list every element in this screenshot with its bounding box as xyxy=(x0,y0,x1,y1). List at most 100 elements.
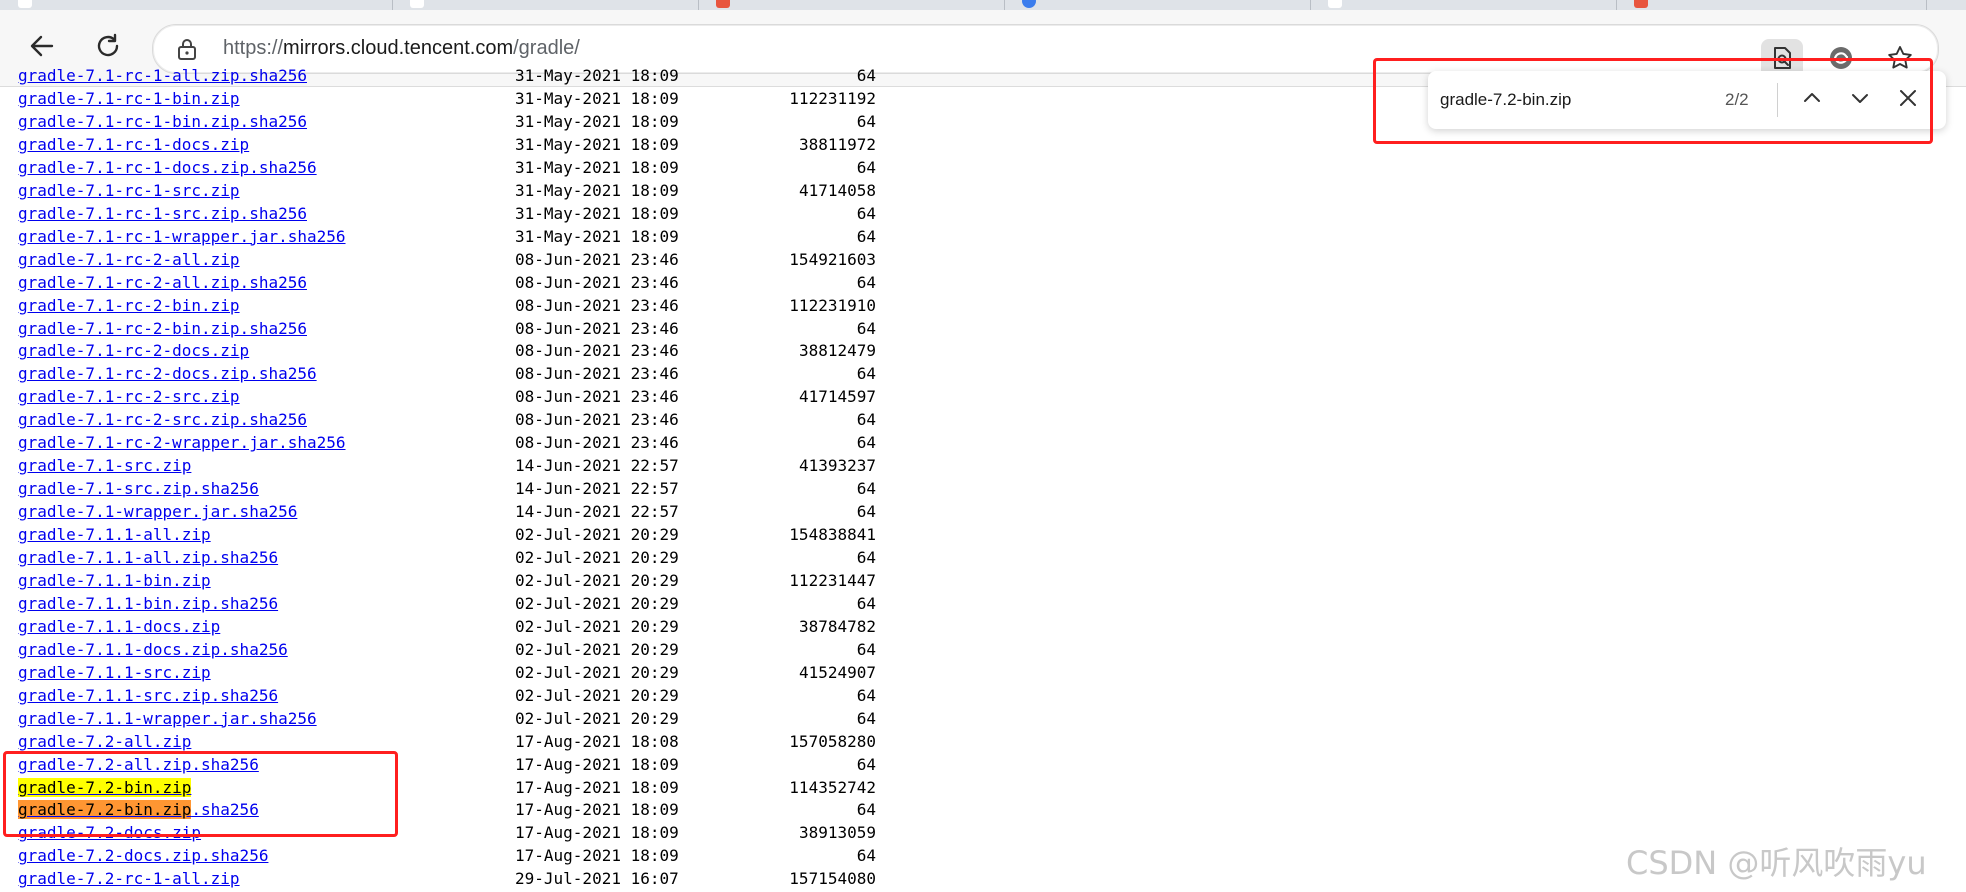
file-size: 112231910 xyxy=(789,295,876,315)
file-link[interactable]: gradle-7.1-rc-1-wrapper.jar.sha256 xyxy=(18,225,346,248)
file-link[interactable]: gradle-7.1.1-docs.zip xyxy=(18,615,220,638)
list-item: gradle-7.1-rc-1-src.zip 31-May-2021 18:09… xyxy=(0,179,900,202)
file-link[interactable]: gradle-7.1-rc-2-bin.zip.sha256 xyxy=(18,317,307,340)
file-date: 08-Jun-2021 23:46 xyxy=(515,433,679,453)
file-size: 157154080 xyxy=(789,869,876,889)
file-date: 17-Aug-2021 18:09 xyxy=(515,754,679,774)
file-date: 29-Jul-2021 16:07 xyxy=(515,869,679,889)
list-item: gradle-7.1.1-docs.zip 02-Jul-2021 20:29 38… xyxy=(0,615,900,638)
browser-tab[interactable] xyxy=(1616,0,1927,10)
file-link[interactable]: gradle-7.1-rc-1-bin.zip.sha256 xyxy=(18,110,307,133)
browser-tab[interactable] xyxy=(1004,0,1311,10)
file-size: 64 xyxy=(856,226,876,246)
file-date: 02-Jul-2021 20:29 xyxy=(515,593,679,613)
file-size: 38812479 xyxy=(798,341,876,361)
file-size: 64 xyxy=(856,593,876,613)
file-link[interactable]: gradle-7.1-wrapper.jar.sha256 xyxy=(18,500,297,523)
file-link[interactable]: gradle-7.1.1-wrapper.jar.sha256 xyxy=(18,707,317,730)
file-link[interactable]: gradle-7.1-rc-1-all.zip.sha256 xyxy=(18,64,307,87)
file-link[interactable]: gradle-7.1.1-all.zip xyxy=(18,523,211,546)
file-link[interactable]: gradle-7.1.1-bin.zip.sha256 xyxy=(18,592,278,615)
file-link[interactable]: gradle-7.1-rc-1-src.zip.sha256 xyxy=(18,202,307,225)
file-link[interactable]: gradle-7.1-rc-2-docs.zip xyxy=(18,339,249,362)
file-size: 38811972 xyxy=(798,134,876,154)
file-date: 02-Jul-2021 20:29 xyxy=(515,525,679,545)
file-link[interactable]: gradle-7.1-rc-1-src.zip xyxy=(18,179,240,202)
file-size: 64 xyxy=(856,157,876,177)
list-item: gradle-7.2-all.zip 17-Aug-2021 18:08 15705… xyxy=(0,730,900,753)
list-item: gradle-7.1-rc-1-all.zip.sha256 31-May-202… xyxy=(18,64,876,87)
file-date: 02-Jul-2021 20:29 xyxy=(515,685,679,705)
file-date: 02-Jul-2021 20:29 xyxy=(515,662,679,682)
file-link[interactable]: gradle-7.1-rc-2-docs.zip.sha256 xyxy=(18,362,317,385)
file-link[interactable]: gradle-7.1-rc-2-bin.zip xyxy=(18,294,240,317)
list-item: gradle-7.1-rc-2-wrapper.jar.sha256 08-Jun… xyxy=(0,431,900,454)
list-item: gradle-7.1-rc-2-src.zip.sha256 08-Jun-202… xyxy=(0,408,900,431)
reload-button[interactable] xyxy=(88,28,128,68)
list-item: gradle-7.1-rc-1-src.zip.sha256 31-May-202… xyxy=(0,202,900,225)
file-size: 64 xyxy=(856,708,876,728)
file-date: 08-Jun-2021 23:46 xyxy=(515,272,679,292)
file-link[interactable]: gradle-7.1.1-all.zip.sha256 xyxy=(18,546,278,569)
list-item: gradle-7.1-src.zip.sha256 14-Jun-2021 22:… xyxy=(0,477,900,500)
file-date: 31-May-2021 18:09 xyxy=(515,203,679,223)
file-link[interactable]: gradle-7.1-rc-1-bin.zip xyxy=(18,87,240,110)
file-link[interactable]: gradle-7.1-rc-2-all.zip.sha256 xyxy=(18,271,307,294)
list-item: gradle-7.1.1-all.zip 02-Jul-2021 20:29 154… xyxy=(0,523,900,546)
file-date: 14-Jun-2021 22:57 xyxy=(515,502,679,522)
list-item: gradle-7.1-src.zip 14-Jun-2021 22:57 41393… xyxy=(0,454,900,477)
file-link[interactable]: gradle-7.1-rc-1-docs.zip xyxy=(18,133,249,156)
file-date: 08-Jun-2021 23:46 xyxy=(515,295,679,315)
file-size: 112231447 xyxy=(789,570,876,590)
browser-tab[interactable] xyxy=(392,0,699,10)
file-date: 31-May-2021 18:09 xyxy=(515,226,679,246)
file-link[interactable]: gradle-7.1-rc-2-all.zip xyxy=(18,248,240,271)
file-date: 02-Jul-2021 20:29 xyxy=(515,548,679,567)
file-size: 41714058 xyxy=(798,180,876,200)
back-button[interactable] xyxy=(22,28,62,68)
file-size: 64 xyxy=(856,272,876,292)
file-link[interactable]: gradle-7.1-rc-2-wrapper.jar.sha256 xyxy=(18,431,346,454)
annotation-box-results xyxy=(3,751,398,837)
file-size: 41524907 xyxy=(798,662,876,682)
file-size: 114352742 xyxy=(789,777,876,797)
file-link[interactable]: gradle-7.2-docs.zip.sha256 xyxy=(18,844,268,867)
file-date: 31-May-2021 18:09 xyxy=(515,157,679,177)
file-date: 08-Jun-2021 23:46 xyxy=(515,318,679,338)
file-size: 64 xyxy=(856,800,876,820)
watermark: CSDN @听风吹雨yu xyxy=(1626,844,1927,882)
file-link[interactable]: gradle-7.1-rc-2-src.zip xyxy=(18,385,240,408)
browser-tab[interactable] xyxy=(1310,0,1617,10)
list-item: gradle-7.1.1-all.zip.sha256 02-Jul-2021 2… xyxy=(0,546,900,569)
file-link[interactable]: gradle-7.1-rc-2-src.zip.sha256 xyxy=(18,408,307,431)
file-size: 41714597 xyxy=(798,387,876,407)
file-size: 38784782 xyxy=(798,616,876,636)
browser-tab[interactable] xyxy=(0,0,393,10)
file-size: 64 xyxy=(856,111,876,131)
url-path: /gradle/ xyxy=(513,37,580,59)
file-date: 14-Jun-2021 22:57 xyxy=(515,456,679,476)
file-link[interactable]: gradle-7.1.1-bin.zip xyxy=(18,569,211,592)
file-size: 41393237 xyxy=(798,456,876,476)
file-link[interactable]: gradle-7.1-src.zip xyxy=(18,454,191,477)
url-text[interactable]: https://mirrors.cloud.tencent.com/gradle… xyxy=(223,37,580,60)
lock-icon[interactable] xyxy=(177,38,197,64)
list-item: gradle-7.1-rc-2-all.zip.sha256 08-Jun-202… xyxy=(0,271,900,294)
file-size: 64 xyxy=(856,846,876,866)
file-size: 64 xyxy=(856,754,876,774)
url-scheme: https:// xyxy=(223,37,284,59)
file-size: 157058280 xyxy=(789,731,876,751)
file-link[interactable]: gradle-7.1-src.zip.sha256 xyxy=(18,477,259,500)
list-item: gradle-7.2-rc-1-all.zip 29-Jul-2021 16:07… xyxy=(0,867,900,890)
file-link[interactable]: gradle-7.2-all.zip xyxy=(18,730,191,753)
file-date: 17-Aug-2021 18:09 xyxy=(515,846,679,866)
file-link[interactable]: gradle-7.1.1-src.zip.sha256 xyxy=(18,684,278,707)
file-link[interactable]: gradle-7.1.1-docs.zip.sha256 xyxy=(18,638,288,661)
file-link[interactable]: gradle-7.1.1-src.zip xyxy=(18,661,211,684)
file-link[interactable]: gradle-7.1-rc-1-docs.zip.sha256 xyxy=(18,156,317,179)
file-date: 17-Aug-2021 18:09 xyxy=(515,777,679,797)
annotation-box-findbar xyxy=(1373,58,1933,144)
file-link[interactable]: gradle-7.2-rc-1-all.zip xyxy=(18,867,240,890)
browser-tab[interactable] xyxy=(698,0,1005,10)
list-item: gradle-7.1-rc-2-src.zip 08-Jun-2021 23:46… xyxy=(0,385,900,408)
